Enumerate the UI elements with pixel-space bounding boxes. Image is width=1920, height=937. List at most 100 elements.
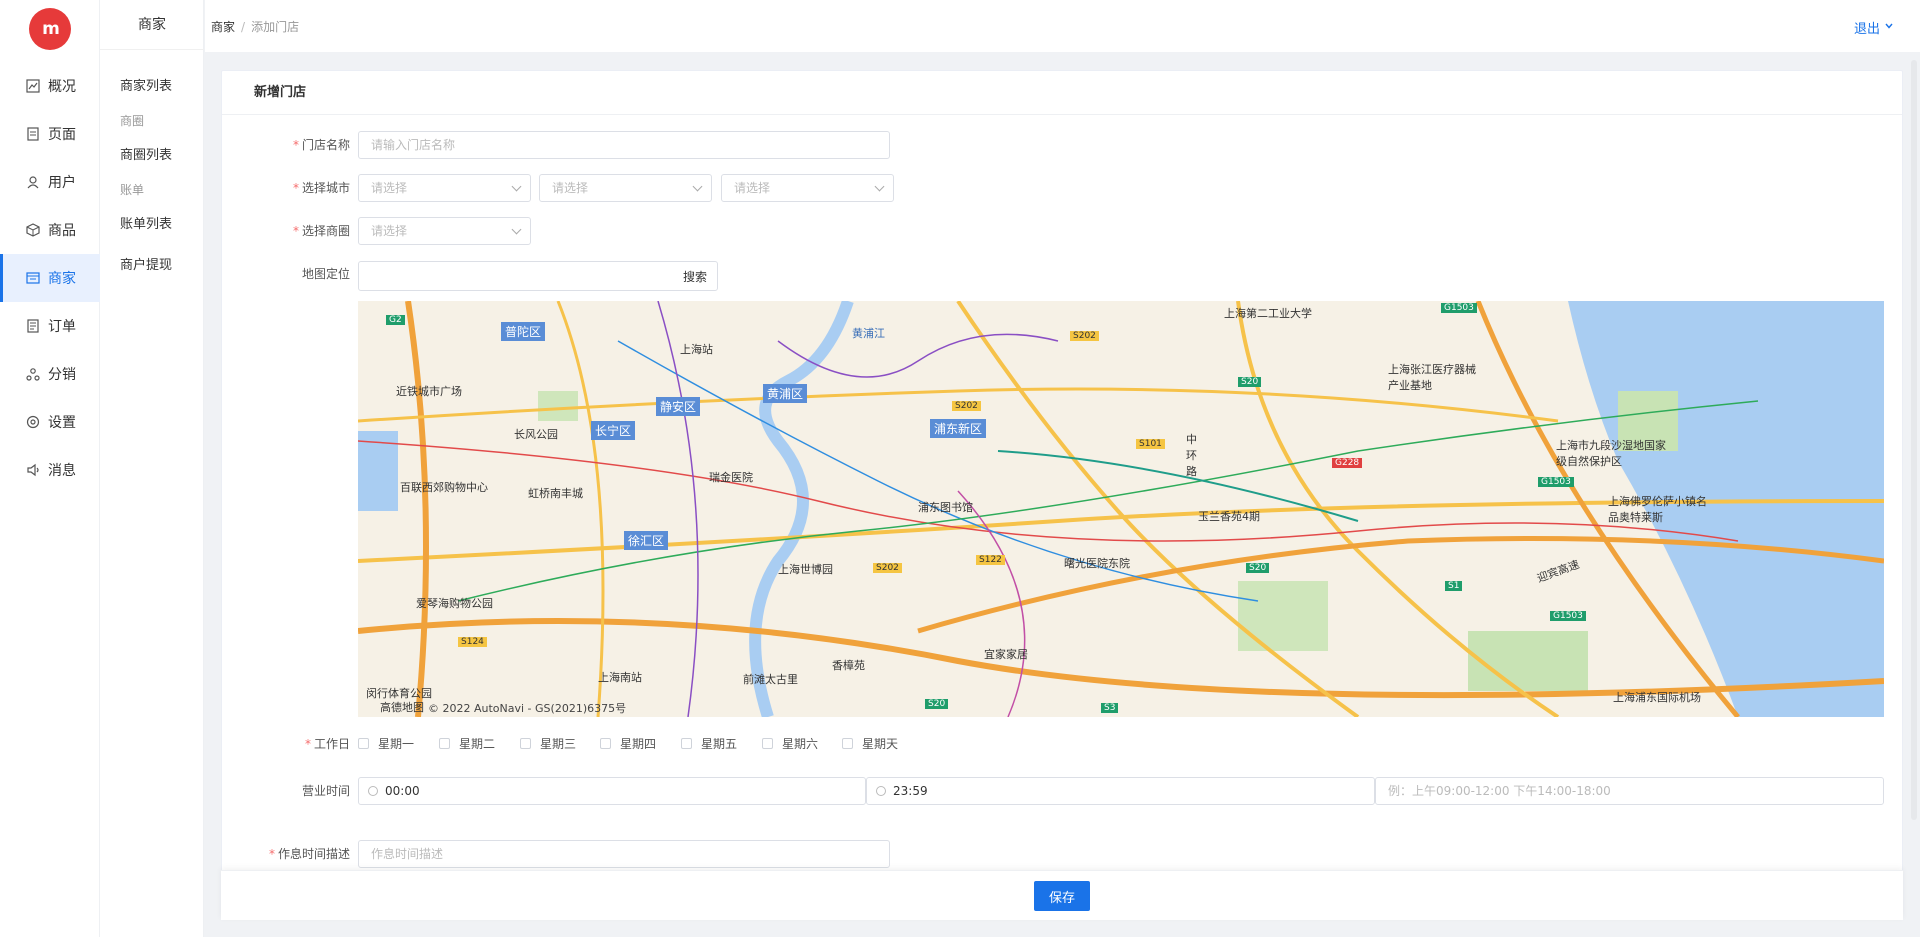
- form-card: 新增门店 * 门店名称 请输入门店名称 * 选择城市 请选择 请选择 请选择 * 选择…: [221, 70, 1903, 920]
- nav-item-label: 消息: [48, 463, 76, 479]
- workday-tuesday[interactable]: 星期二: [439, 735, 495, 752]
- breadcrumb-merchant[interactable]: 商家: [211, 20, 235, 34]
- road-tag: G1503: [1550, 611, 1586, 621]
- map-search-button[interactable]: 搜索: [673, 262, 717, 292]
- gear-icon: [26, 415, 40, 429]
- clock-icon: [876, 786, 886, 796]
- road-tag: G2: [386, 315, 405, 325]
- user-icon: [26, 175, 40, 189]
- circle-select[interactable]: 请选择: [358, 217, 531, 245]
- workday-wednesday[interactable]: 星期三: [520, 735, 576, 752]
- page-icon: [26, 127, 40, 141]
- province-select[interactable]: 请选择: [358, 174, 531, 202]
- nav-item-users[interactable]: 用户: [0, 158, 100, 206]
- clock-icon: [368, 786, 378, 796]
- end-time-input[interactable]: 23:59: [866, 777, 1375, 805]
- map-district: 静安区: [656, 397, 701, 416]
- map-place: 上海第二工业大学: [1224, 307, 1312, 320]
- top-header: 商家 / 添加门店 退出: [205, 0, 1920, 52]
- map-place: 上海站: [680, 343, 713, 356]
- nav-item-label: 设置: [48, 415, 76, 431]
- road-tag: S20: [1238, 377, 1262, 387]
- subnav-merchant-list[interactable]: 商家列表: [120, 75, 172, 94]
- nav-item-products[interactable]: 商品: [0, 206, 100, 254]
- workday-monday[interactable]: 星期一: [358, 735, 414, 752]
- map-place: 前滩太古里: [743, 673, 798, 686]
- breadcrumb-separator: /: [241, 20, 246, 34]
- nav-item-label: 页面: [48, 127, 76, 143]
- logo-text: m: [42, 19, 60, 39]
- store-name-input[interactable]: 请输入门店名称: [358, 131, 890, 159]
- map-place: 百联西郊购物中心: [400, 481, 488, 494]
- subnav-group-circle: 商圈: [120, 114, 145, 128]
- workday-saturday[interactable]: 星期六: [762, 735, 818, 752]
- map-place: 中环路: [1186, 433, 1197, 478]
- subnav-title: 商家: [100, 0, 204, 50]
- map-place: 黄浦江: [852, 327, 885, 340]
- subnav-group-bill: 账单: [120, 183, 145, 197]
- map-district: 浦东新区: [930, 419, 987, 438]
- speaker-icon: [26, 463, 40, 477]
- road-tag: G228: [1332, 458, 1363, 468]
- road-tag: S124: [458, 637, 487, 647]
- chart-icon: [26, 79, 40, 93]
- start-time-input[interactable]: 00:00: [358, 777, 866, 805]
- nav-item-settings[interactable]: 设置: [0, 398, 100, 446]
- nav-item-label: 用户: [48, 175, 76, 191]
- app-logo[interactable]: m: [29, 8, 71, 50]
- nav-item-label: 订单: [48, 319, 76, 335]
- map-brand: 高德地图: [380, 701, 424, 714]
- desc-label: * 作息时间描述: [268, 847, 350, 861]
- road-tag: S202: [952, 401, 981, 411]
- map-place: 曙光医院东院: [1064, 557, 1130, 570]
- desc-input[interactable]: 作息时间描述: [358, 840, 890, 868]
- breadcrumb-current: 添加门店: [251, 20, 300, 34]
- map-place: 近铁城市广场: [396, 385, 462, 398]
- nav-item-overview[interactable]: 概况: [0, 62, 100, 110]
- map-search-input[interactable]: 搜索: [358, 261, 718, 291]
- map-district: 黄浦区: [763, 384, 808, 403]
- workday-sunday[interactable]: 星期天: [842, 735, 898, 752]
- hours-note-input[interactable]: 例：上午09:00-12:00 下午14:00-18:00: [1375, 777, 1884, 805]
- district-select[interactable]: 请选择: [721, 174, 894, 202]
- map-place: 长风公园: [514, 428, 558, 441]
- map-district: 长宁区: [591, 421, 636, 440]
- subnav-withdraw[interactable]: 商户提现: [120, 254, 172, 273]
- page-scrollbar[interactable]: [1911, 60, 1917, 820]
- map-place: 上海市九段沙湿地国家级自然保护区: [1556, 439, 1666, 468]
- city-select[interactable]: 请选择: [539, 174, 712, 202]
- map-view[interactable]: 普陀区 静安区 黄浦区 长宁区 徐汇区 浦东新区 上海站 近铁城市广场 长风公园…: [358, 301, 1884, 717]
- nav-item-merchants[interactable]: 商家: [0, 254, 100, 302]
- map-place: 瑞金医院: [709, 471, 753, 484]
- store-icon: [26, 271, 40, 285]
- map-place: 香樟苑: [832, 659, 865, 672]
- save-button[interactable]: 保存: [1034, 881, 1090, 911]
- road-tag: S20: [1246, 563, 1270, 573]
- nav-item-pages[interactable]: 页面: [0, 110, 100, 158]
- card-title: 新增门店: [222, 71, 1902, 115]
- map-place: 上海佛罗伦萨小镇名品奥特莱斯: [1608, 495, 1707, 524]
- map-place: 上海南站: [598, 671, 642, 684]
- road-tag: S122: [976, 555, 1005, 565]
- nav-item-messages[interactable]: 消息: [0, 446, 100, 494]
- subnav-circle-list[interactable]: 商圈列表: [120, 144, 172, 163]
- workday-thursday[interactable]: 星期四: [600, 735, 656, 752]
- logout-button[interactable]: 退出: [1854, 18, 1894, 37]
- nav-item-orders[interactable]: 订单: [0, 302, 100, 350]
- map-place: 玉兰香苑4期: [1198, 510, 1260, 523]
- nav-item-label: 商家: [48, 271, 76, 287]
- subnav-bill-list[interactable]: 账单列表: [120, 213, 172, 232]
- nav-item-distribution[interactable]: 分销: [0, 350, 100, 398]
- share-icon: [26, 367, 40, 381]
- nav-item-label: 分销: [48, 367, 76, 383]
- workday-friday[interactable]: 星期五: [681, 735, 737, 752]
- main-nav: m 概况 页面 用户 商品 商家 订单 分销 设置 消息: [0, 0, 100, 937]
- sub-nav: 商家 商家列表 商圈 商圈列表 账单 账单列表 商户提现: [100, 0, 204, 937]
- form-footer: 保存: [221, 870, 1903, 920]
- logout-label: 退出: [1853, 22, 1880, 37]
- map-label: 地图定位: [301, 267, 350, 281]
- nav-item-label: 商品: [48, 223, 76, 239]
- city-label: * 选择城市: [292, 181, 350, 195]
- start-time-value: 00:00: [385, 784, 420, 798]
- map-place: 浦东图书馆: [918, 501, 973, 514]
